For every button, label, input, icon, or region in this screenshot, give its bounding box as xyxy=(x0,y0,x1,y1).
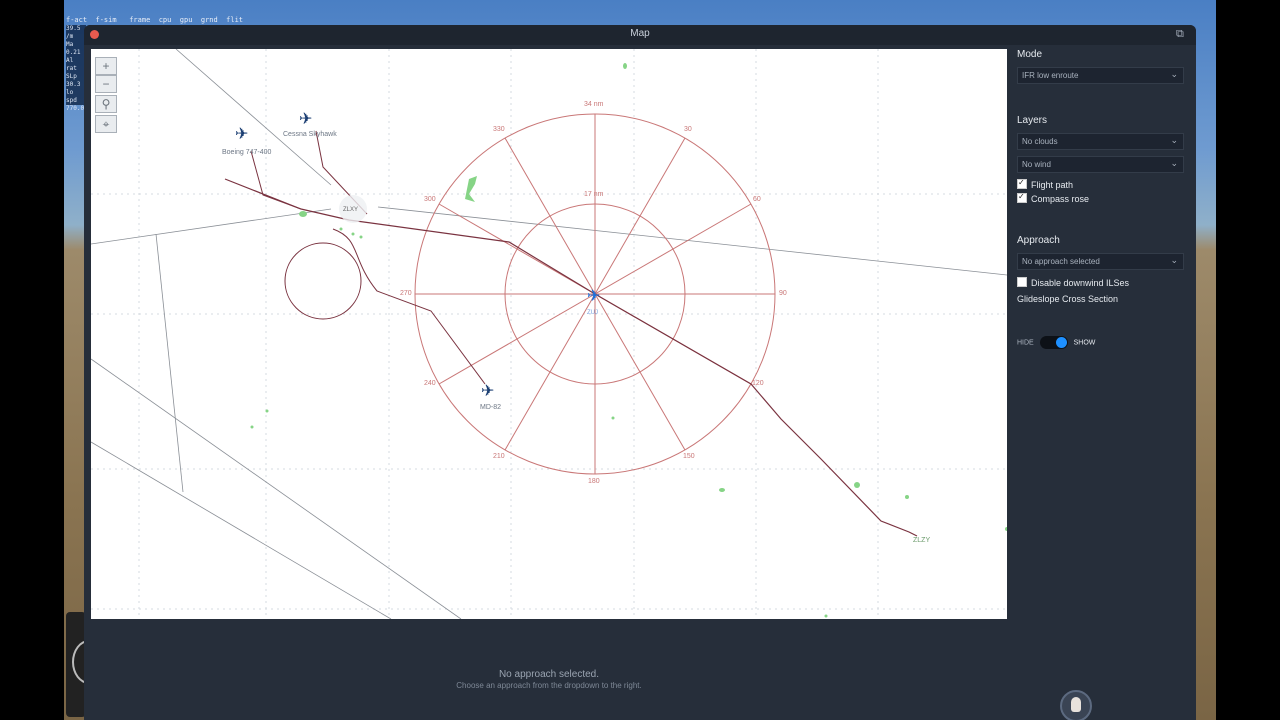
range-outer-label: 34 nm xyxy=(584,101,604,108)
sim-side-readout: 39.5/m Ma 0.21 Al rat SLp 30.3 lo spd 770.0 xyxy=(66,25,86,112)
glideslope-toggle-row: HIDE SHOW xyxy=(1017,336,1095,350)
cockpit-instrument xyxy=(66,612,106,717)
traffic-747-label: Boeing 747-400 xyxy=(222,149,272,156)
sim-readout-line: rat xyxy=(66,65,77,72)
traffic-track-md82 xyxy=(332,228,486,385)
sim-readout-line: Ma xyxy=(66,41,74,48)
user-avatar[interactable] xyxy=(1060,690,1092,720)
holding-pattern xyxy=(284,242,362,320)
toggle-hide-label: HIDE xyxy=(1017,339,1034,347)
flight-path-label: Flight path xyxy=(1031,180,1074,190)
clouds-dropdown[interactable]: No clouds ⌄ xyxy=(1017,133,1184,150)
range-inner-label: 17 nm xyxy=(584,191,604,198)
terrain xyxy=(250,63,1007,618)
clouds-dropdown-value: No clouds xyxy=(1022,137,1058,146)
bearing-30: 30 xyxy=(684,126,692,133)
airways xyxy=(91,49,1007,619)
window-title: Map xyxy=(630,28,650,39)
chevron-down-icon: ⌄ xyxy=(1170,135,1178,145)
bearing-210: 210 xyxy=(493,453,505,460)
bearing-60: 60 xyxy=(753,196,761,203)
wind-dropdown[interactable]: No wind ⌄ xyxy=(1017,156,1184,173)
traffic-track-747 xyxy=(250,150,302,210)
no-approach-message: No approach selected. xyxy=(498,669,600,680)
traffic-md82-icon: ✈ xyxy=(481,381,494,400)
own-ship-icon: ✈ xyxy=(587,286,600,305)
flight-path-checkbox-row[interactable]: Flight path xyxy=(1017,177,1074,191)
map-settings-sidebar: Mode IFR low enroute ⌄ Layers No clouds … xyxy=(1009,49,1196,649)
zoom-in-button[interactable]: + xyxy=(95,57,117,75)
glideslope-label: Glideslope Cross Section xyxy=(1017,294,1119,304)
wind-dropdown-value: No wind xyxy=(1022,160,1051,169)
zoom-out-button[interactable]: − xyxy=(95,75,117,93)
disable-ils-checkbox[interactable] xyxy=(1017,277,1027,287)
sim-readout-line: spd xyxy=(66,97,77,104)
disable-ils-checkbox-row[interactable]: Disable downwind ILSes xyxy=(1017,277,1129,289)
traffic-cessna-icon: ✈ xyxy=(299,109,312,128)
mode-title: Mode xyxy=(1017,49,1043,60)
bearing-180: 180 xyxy=(588,478,600,485)
approach-title: Approach xyxy=(1017,235,1060,246)
center-button[interactable]: ⌖ xyxy=(95,115,117,133)
map-drawing: ✈ ✈ ✈ ✈ xyxy=(91,49,1007,619)
own-ship-label: ZUJ xyxy=(587,310,598,316)
approach-dropdown[interactable]: No approach selected ⌄ xyxy=(1017,253,1184,270)
measure-button[interactable]: ⚲ xyxy=(95,95,117,113)
bearing-240: 240 xyxy=(424,380,436,387)
sim-readout-line: SLp xyxy=(66,73,77,80)
popout-icon[interactable]: ⧉ xyxy=(1176,28,1190,41)
sim-readout-line: 39.5 xyxy=(66,25,81,32)
chevron-down-icon: ⌄ xyxy=(1170,255,1178,265)
sim-readout-line: Al xyxy=(66,57,74,64)
bearing-300: 300 xyxy=(424,196,436,203)
compass-rose-label: Compass rose xyxy=(1031,194,1090,204)
bearing-270: 270 xyxy=(400,290,412,297)
traffic-cessna-label: Cessna Skyhawk xyxy=(283,131,337,138)
approach-status-panel: No approach selected. Choose an approach… xyxy=(91,669,1007,690)
layers-title: Layers xyxy=(1017,115,1048,126)
flight-path xyxy=(224,178,918,537)
map-canvas[interactable]: ✈ ✈ ✈ ✈ 34 nm 17 nm 330 30 60 300 90 270… xyxy=(91,49,1007,619)
mode-dropdown-value: IFR low enroute xyxy=(1022,71,1079,80)
toggle-knob xyxy=(1055,337,1067,348)
sim-readout-line: 0.21 xyxy=(66,49,81,56)
compass-rose-checkbox[interactable] xyxy=(1017,191,1027,203)
bearing-120: 120 xyxy=(752,380,764,387)
traffic-747-icon: ✈ xyxy=(235,124,248,143)
mode-dropdown[interactable]: IFR low enroute ⌄ xyxy=(1017,67,1184,84)
sim-readout-line: /m xyxy=(66,33,74,40)
compass-rose-checkbox-row[interactable]: Compass rose xyxy=(1017,191,1090,205)
approach-dropdown-value: No approach selected xyxy=(1022,257,1100,266)
bearing-90: 90 xyxy=(779,290,787,297)
bearing-150: 150 xyxy=(683,453,695,460)
flight-path-checkbox[interactable] xyxy=(1017,177,1027,189)
sim-readout-line: 770.0 xyxy=(66,105,85,112)
map-window: Map ⧉ ✈ ✈ ✈ ✈ 34 nm 17 nm 330 30 60 300 … xyxy=(84,25,1196,720)
origin-airport-label: ZLXY xyxy=(343,207,359,213)
traffic-md82-label: MD-82 xyxy=(480,404,502,411)
chevron-down-icon: ⌄ xyxy=(1170,69,1178,79)
toggle-show-label: SHOW xyxy=(1073,339,1096,347)
disable-ils-label: Disable downwind ILSes xyxy=(1031,278,1130,288)
destination-airport-label: ZLZY xyxy=(913,537,931,544)
map-grid xyxy=(91,49,1007,619)
glideslope-toggle[interactable] xyxy=(1039,336,1068,349)
bearing-330: 330 xyxy=(493,126,505,133)
window-titlebar[interactable]: Map ⧉ xyxy=(84,25,1196,45)
sim-readout-line: 30.3 xyxy=(66,81,81,88)
chevron-down-icon: ⌄ xyxy=(1170,158,1178,168)
no-approach-hint: Choose an approach from the dropdown to … xyxy=(456,681,642,690)
sim-readout-line: lo xyxy=(66,89,74,96)
